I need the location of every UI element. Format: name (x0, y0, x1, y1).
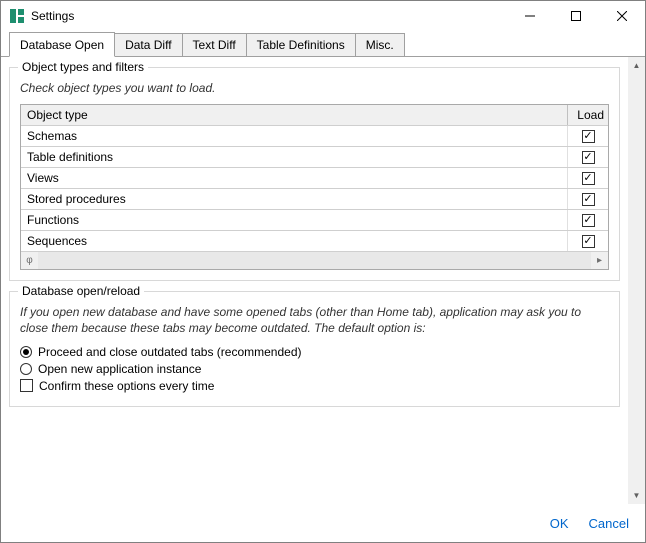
tab-text-diff[interactable]: Text Diff (182, 33, 247, 56)
table-row[interactable]: Functions (21, 210, 608, 231)
object-types-instruction: Check object types you want to load. (20, 80, 609, 96)
radio-icon (20, 363, 32, 375)
tab-label: Data Diff (125, 38, 171, 52)
header-load[interactable]: Load (568, 105, 608, 125)
radio-proceed-close[interactable]: Proceed and close outdated tabs (recomme… (20, 345, 609, 359)
load-checkbox[interactable] (582, 172, 595, 185)
table-horizontal-scrollbar[interactable]: φ ▸ (21, 252, 608, 269)
object-type-name: Schemas (21, 126, 568, 146)
cancel-button[interactable]: Cancel (589, 516, 629, 531)
radio-label: Proceed and close outdated tabs (recomme… (38, 345, 302, 359)
table-row[interactable]: Stored procedures (21, 189, 608, 210)
tab-label: Text Diff (193, 38, 236, 52)
group-open-reload: Database open/reload If you open new dat… (9, 291, 620, 406)
checkbox-confirm-every-time[interactable]: Confirm these options every time (20, 379, 609, 393)
tab-strip: Database Open Data Diff Text Diff Table … (1, 31, 645, 57)
load-checkbox[interactable] (582, 235, 595, 248)
header-object-type[interactable]: Object type (21, 105, 568, 125)
scroll-left-icon[interactable]: φ (21, 252, 38, 269)
checkbox-icon (20, 379, 33, 392)
group-title: Database open/reload (18, 284, 144, 298)
table-row[interactable]: Table definitions (21, 147, 608, 168)
radio-open-new-instance[interactable]: Open new application instance (20, 362, 609, 376)
tab-label: Table Definitions (257, 38, 345, 52)
ok-button[interactable]: OK (550, 516, 569, 531)
object-types-table: Object type Load Schemas Table definitio… (20, 104, 609, 270)
checkbox-label: Confirm these options every time (39, 379, 214, 393)
tab-misc[interactable]: Misc. (355, 33, 405, 56)
tab-database-open[interactable]: Database Open (9, 32, 115, 57)
dialog-button-bar: OK Cancel (1, 504, 645, 542)
radio-icon (20, 346, 32, 358)
tab-table-definitions[interactable]: Table Definitions (246, 33, 356, 56)
load-checkbox[interactable] (582, 130, 595, 143)
scroll-up-icon[interactable]: ▲ (628, 57, 645, 74)
minimize-button[interactable] (507, 1, 553, 31)
open-reload-instruction: If you open new database and have some o… (20, 304, 609, 336)
table-row[interactable]: Sequences (21, 231, 608, 252)
object-type-name: Stored procedures (21, 189, 568, 209)
load-checkbox[interactable] (582, 214, 595, 227)
group-object-types: Object types and filters Check object ty… (9, 67, 620, 281)
object-type-name: Views (21, 168, 568, 188)
object-type-name: Functions (21, 210, 568, 230)
group-title: Object types and filters (18, 60, 148, 74)
scroll-right-icon[interactable]: ▸ (591, 252, 608, 269)
table-row[interactable]: Views (21, 168, 608, 189)
tab-data-diff[interactable]: Data Diff (114, 33, 182, 56)
window-title: Settings (31, 9, 74, 23)
scroll-track[interactable] (38, 252, 591, 269)
titlebar: Settings (1, 1, 645, 31)
app-icon (9, 8, 25, 24)
table-row[interactable]: Schemas (21, 126, 608, 147)
maximize-button[interactable] (553, 1, 599, 31)
scroll-down-icon[interactable]: ▼ (628, 487, 645, 504)
content-area: Object types and filters Check object ty… (1, 57, 645, 504)
close-button[interactable] (599, 1, 645, 31)
object-type-name: Sequences (21, 231, 568, 251)
object-type-name: Table definitions (21, 147, 568, 167)
table-header-row: Object type Load (21, 105, 608, 126)
load-checkbox[interactable] (582, 151, 595, 164)
tab-label: Misc. (366, 38, 394, 52)
tab-label: Database Open (20, 38, 104, 52)
content-vertical-scrollbar[interactable]: ▲ ▼ (628, 57, 645, 504)
scroll-track[interactable] (628, 74, 645, 487)
radio-label: Open new application instance (38, 362, 201, 376)
load-checkbox[interactable] (582, 193, 595, 206)
